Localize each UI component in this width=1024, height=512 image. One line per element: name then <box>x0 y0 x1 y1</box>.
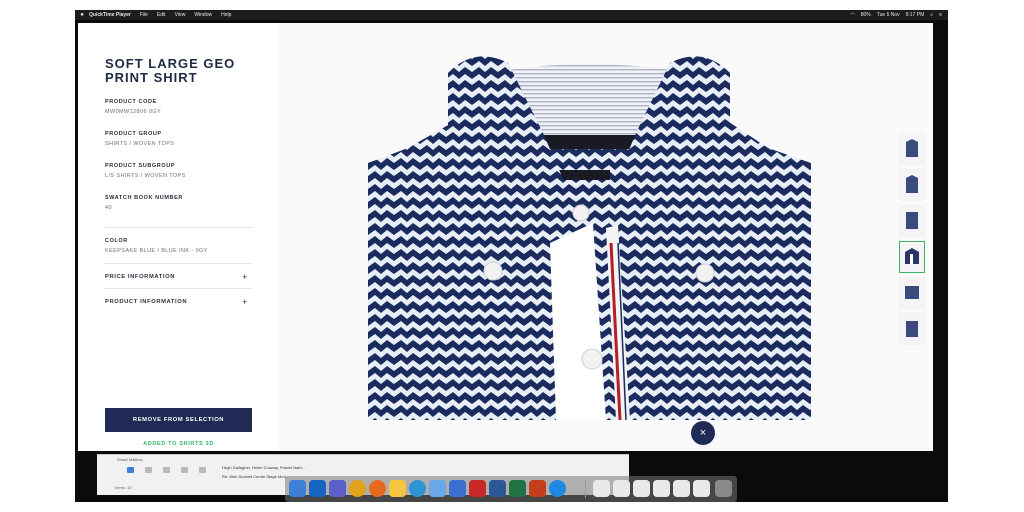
apple-menu-icon[interactable]: ● <box>75 12 89 18</box>
price-information-expander[interactable]: PRICE INFORMATION + <box>105 272 252 284</box>
word-icon[interactable] <box>489 480 506 497</box>
mail-list-item[interactable]: Re: Web Summit Centre Stage Mod... <box>222 474 289 479</box>
mail-calendar-icon[interactable] <box>181 467 188 473</box>
document-icon[interactable] <box>633 480 650 497</box>
finder-icon[interactable] <box>289 480 306 497</box>
thumbnail-5[interactable] <box>899 277 925 309</box>
document-icon[interactable] <box>613 480 630 497</box>
menu-app-name[interactable]: QuickTime Player <box>89 12 131 18</box>
price-information-label: PRICE INFORMATION <box>105 274 175 280</box>
wifi-icon[interactable]: ◠ <box>850 12 854 18</box>
document-icon[interactable] <box>593 480 610 497</box>
keynote-icon[interactable] <box>429 480 446 497</box>
dock <box>285 476 737 502</box>
product-info-panel: SOFT LARGE GEO PRINT SHIRT PRODUCT CODE … <box>78 23 278 451</box>
date-text[interactable]: Tue 5 Nov <box>877 12 900 18</box>
menu-view[interactable]: View <box>175 12 186 18</box>
thumbnail-1[interactable] <box>899 133 925 165</box>
thumbnail-3[interactable] <box>899 205 925 237</box>
product-image-viewer: × <box>278 23 933 451</box>
mail-nav-label[interactable]: Smart Mailbox <box>117 457 143 462</box>
remove-from-selection-button[interactable]: REMOVE FROM SELECTION <box>105 408 252 432</box>
swatch-book-value: 40 <box>105 205 112 211</box>
firefox-icon[interactable] <box>369 480 386 497</box>
plus-icon[interactable]: + <box>242 272 248 282</box>
document-icon[interactable] <box>693 480 710 497</box>
added-prefix: ADDED TO <box>143 441 178 447</box>
dock-separator <box>585 480 586 498</box>
menu-list-icon[interactable]: ≡ <box>939 12 942 18</box>
menu-help[interactable]: Help <box>221 12 231 18</box>
battery-percentage[interactable]: 80% <box>861 12 871 18</box>
added-status: ADDED TO SHIRTS 3D <box>105 441 252 447</box>
status-area: ◠ 80% Tue 5 Nov 9:17 PM ⌕ ≡ <box>844 12 948 18</box>
chrome-icon[interactable] <box>349 480 366 497</box>
mail-status-text: Items: 10 <box>115 485 132 490</box>
product-information-expander[interactable]: PRODUCT INFORMATION + <box>105 297 252 309</box>
section-divider <box>105 263 252 264</box>
powerpoint-icon[interactable] <box>529 480 546 497</box>
product-information-label: PRODUCT INFORMATION <box>105 299 188 305</box>
section-divider <box>105 288 252 289</box>
excel-icon[interactable] <box>509 480 526 497</box>
outlook-icon[interactable] <box>309 480 326 497</box>
teams-icon[interactable] <box>329 480 346 497</box>
product-title: SOFT LARGE GEO PRINT SHIRT <box>105 56 236 85</box>
plus-icon[interactable]: + <box>242 297 248 307</box>
photos-icon[interactable] <box>389 480 406 497</box>
acrobat-icon[interactable] <box>469 480 486 497</box>
product-code-label: PRODUCT CODE <box>105 99 157 105</box>
mail-notes-icon[interactable] <box>199 467 206 473</box>
product-group-label: PRODUCT GROUP <box>105 131 162 137</box>
menu-file[interactable]: File <box>140 12 148 18</box>
product-subgroup-value: L/S SHIRTS / WOVEN TOPS <box>105 173 186 179</box>
preview-icon[interactable] <box>449 480 466 497</box>
thumbnail-2[interactable] <box>899 169 925 201</box>
thumbnail-4[interactable] <box>899 241 925 273</box>
trash-icon[interactable] <box>715 480 732 497</box>
menu-bar: ● QuickTime Player File Edit View Window… <box>75 10 948 20</box>
search-icon[interactable]: ⌕ <box>930 12 933 18</box>
time-text[interactable]: 9:17 PM <box>906 12 925 18</box>
section-divider <box>105 227 252 228</box>
document-icon[interactable] <box>673 480 690 497</box>
menu-edit[interactable]: Edit <box>157 12 166 18</box>
desktop-screen: ● QuickTime Player File Edit View Window… <box>75 10 948 502</box>
mail-inbox-icon[interactable] <box>127 467 134 473</box>
added-target-link[interactable]: SHIRTS 3D <box>179 441 214 447</box>
document-icon[interactable] <box>653 480 670 497</box>
swatch-book-label: SWATCH BOOK NUMBER <box>105 195 183 201</box>
close-icon[interactable]: × <box>691 421 715 445</box>
mail-list-item[interactable]: Hugh Gallagher, Helen Conway, Pravini Na… <box>222 465 305 470</box>
product-group-value: SHIRTS / WOVEN TOPS <box>105 141 175 147</box>
thumbnail-6[interactable] <box>899 313 925 345</box>
color-label: COLOR <box>105 238 128 244</box>
product-code-value: MW0MW12806 0GY <box>105 109 162 115</box>
mail-contacts-icon[interactable] <box>163 467 170 473</box>
shirt-image[interactable] <box>368 53 811 420</box>
safari-icon[interactable] <box>409 480 426 497</box>
product-subgroup-label: PRODUCT SUBGROUP <box>105 163 176 169</box>
color-value: KEEPSAKE BLUE / BLUE INK - 0GY <box>105 248 208 254</box>
product-detail-window: SOFT LARGE GEO PRINT SHIRT PRODUCT CODE … <box>78 23 933 451</box>
mail-compose-icon[interactable] <box>145 467 152 473</box>
menu-window[interactable]: Window <box>194 12 212 18</box>
edge-icon[interactable] <box>549 480 566 497</box>
